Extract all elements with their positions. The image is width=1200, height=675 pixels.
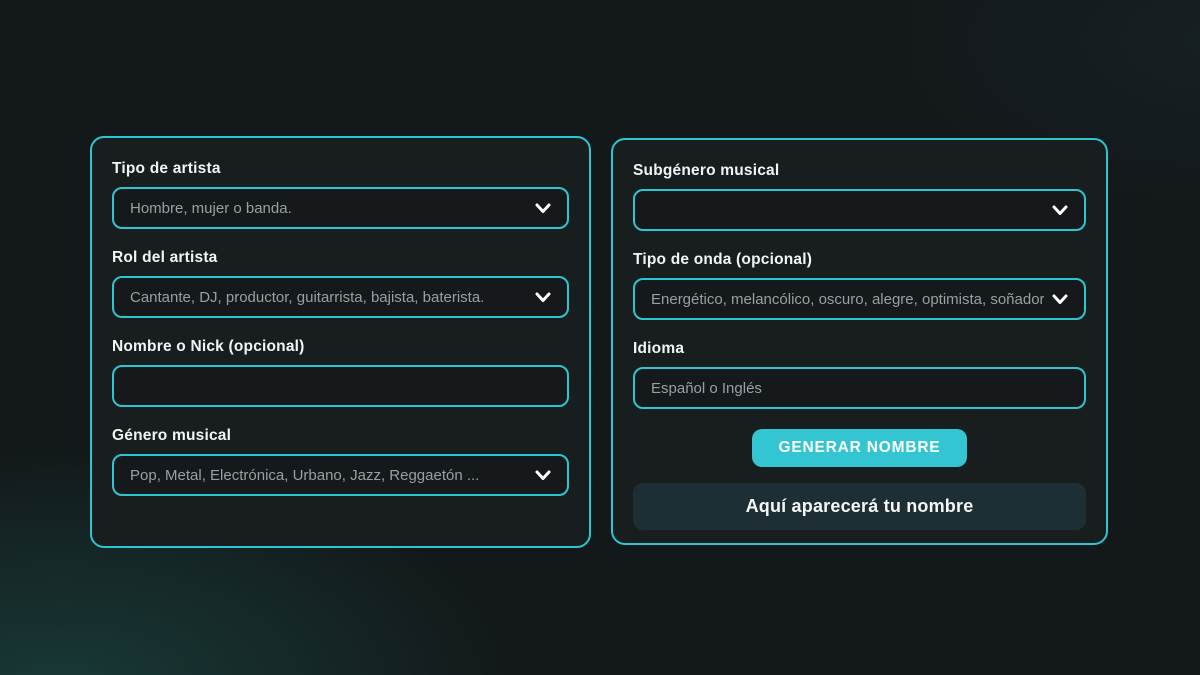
language-input[interactable] (633, 367, 1086, 409)
music-genre-placeholder: Pop, Metal, Electrónica, Urbano, Jazz, R… (130, 467, 479, 484)
language-label: Idioma (633, 340, 1086, 358)
field-artist-type: Tipo de artista Hombre, mujer o banda. (112, 160, 569, 229)
field-vibe-type: Tipo de onda (opcional) Energético, mela… (633, 251, 1086, 320)
chevron-down-icon (1044, 203, 1068, 217)
field-artist-role: Rol del artista Cantante, DJ, productor,… (112, 249, 569, 318)
artist-type-label: Tipo de artista (112, 160, 569, 178)
name-nick-input[interactable] (112, 365, 569, 407)
chevron-down-icon (1044, 292, 1068, 306)
vibe-type-placeholder: Energético, melancólico, oscuro, alegre,… (651, 291, 1044, 308)
artist-role-select[interactable]: Cantante, DJ, productor, guitarrista, ba… (112, 276, 569, 318)
artist-role-label: Rol del artista (112, 249, 569, 267)
music-genre-label: Género musical (112, 427, 569, 445)
field-music-genre: Género musical Pop, Metal, Electrónica, … (112, 427, 569, 496)
subgenre-label: Subgénero musical (633, 162, 1086, 180)
artist-type-placeholder: Hombre, mujer o banda. (130, 200, 292, 217)
generator-panel: Subgénero musical Tipo de onda (opcional… (611, 138, 1108, 545)
artist-type-select[interactable]: Hombre, mujer o banda. (112, 187, 569, 229)
music-genre-select[interactable]: Pop, Metal, Electrónica, Urbano, Jazz, R… (112, 454, 569, 496)
generate-name-button[interactable]: GENERAR NOMBRE (752, 429, 968, 467)
field-language: Idioma (633, 340, 1086, 409)
artist-form-panel: Tipo de artista Hombre, mujer o banda. R… (90, 136, 591, 548)
field-subgenre: Subgénero musical (633, 162, 1086, 231)
subgenre-select[interactable] (633, 189, 1086, 231)
result-placeholder-text: Aquí aparecerá tu nombre (746, 496, 974, 517)
artist-role-placeholder: Cantante, DJ, productor, guitarrista, ba… (130, 289, 484, 306)
result-box: Aquí aparecerá tu nombre (633, 483, 1086, 530)
chevron-down-icon (527, 201, 551, 215)
field-name-nick: Nombre o Nick (opcional) (112, 338, 569, 407)
vibe-type-label: Tipo de onda (opcional) (633, 251, 1086, 269)
chevron-down-icon (527, 468, 551, 482)
chevron-down-icon (527, 290, 551, 304)
name-nick-label: Nombre o Nick (opcional) (112, 338, 569, 356)
vibe-type-select[interactable]: Energético, melancólico, oscuro, alegre,… (633, 278, 1086, 320)
